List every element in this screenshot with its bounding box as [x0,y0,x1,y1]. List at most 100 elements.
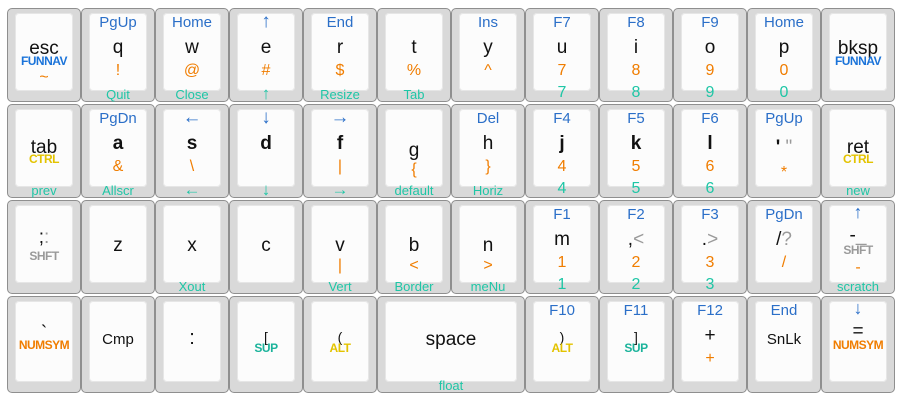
key-minus-symbol: - [855,259,861,276]
key-j[interactable]: F4 j 4 4 [525,104,599,198]
keyboard-layout: esc FUNNAV ~ PgUp q ! Quit Home w @ Clos… [0,0,900,401]
key-plus-label: + [704,325,716,346]
key-b-front-label: Border [394,279,434,294]
left-arrow-icon: ← [182,107,202,128]
key-t-label: t [411,37,417,58]
up-arrow-icon: ↑ [853,202,863,222]
key-n[interactable]: n > meNu [451,200,525,294]
key-w-symbol: @ [183,62,201,79]
key-rbracket-hold-label: SUP [624,341,648,355]
key-i-front-label: 8 [631,84,641,101]
key-end-label: SnLk [766,331,802,348]
key-minus[interactable]: ↑ -_ SHFT - scratch [821,200,895,294]
key-a[interactable]: PgDn a & Allscr [81,104,155,198]
key-p-label: p [778,37,790,58]
key-d[interactable]: ↓ d ↓ [229,104,303,198]
key-m-symbol: 1 [557,254,567,271]
key-rbracket-fn-label: F11 [623,302,649,319]
key-k-symbol: 5 [631,158,641,175]
key-f[interactable]: → f | → [303,104,377,198]
key-quote-shifted: " [785,137,793,158]
key-p[interactable]: Home p 0 0 [747,8,821,102]
key-esc[interactable]: esc FUNNAV ~ [7,8,81,102]
key-quote[interactable]: PgUp ' " * [747,104,821,198]
key-h-nav-label: Del [476,110,500,127]
key-h-front-label: Horiz [472,183,504,198]
key-w-front-label: Close [175,87,209,102]
key-n-label: n [482,235,494,256]
key-semicolon[interactable]: ;: SHFT [7,200,81,294]
key-h[interactable]: Del h } Horiz [451,104,525,198]
key-k-front-label: 5 [631,180,641,197]
key-o-front-label: 9 [705,84,715,101]
left-arrow-icon: ← [183,180,201,199]
key-lparen-hold-label: ALT [329,341,351,355]
key-tab[interactable]: tab CTRL prev [7,104,81,198]
key-t-front-label: Tab [403,87,425,102]
key-plus[interactable]: F12 + + [673,296,747,393]
key-rbracket[interactable]: F11 ] SUP [599,296,673,393]
key-s[interactable]: ← s \ ← [155,104,229,198]
key-b-symbol: < [409,257,419,274]
key-o[interactable]: F9 o 9 9 [673,8,747,102]
key-lbracket[interactable]: [ SUP [229,296,303,393]
key-s-label: s [186,133,198,154]
key-m[interactable]: F1 m 1 1 [525,200,599,294]
key-comma-fn-label: F2 [627,206,645,223]
key-v[interactable]: v | Vert [303,200,377,294]
key-equals[interactable]: ↓ = NUMSYM [821,296,895,393]
key-grave[interactable]: ` NUMSYM [7,296,81,393]
key-r-label: r [336,37,344,58]
key-slash-symbol: / [781,254,787,271]
up-arrow-icon: ↑ [261,84,271,103]
key-z[interactable]: z [81,200,155,294]
key-w[interactable]: Home w @ Close [155,8,229,102]
key-c[interactable]: c [229,200,303,294]
up-arrow-icon: ↑ [261,11,271,32]
key-t[interactable]: t % Tab [377,8,451,102]
key-ret-hold-label: CTRL [843,152,874,166]
key-u[interactable]: F7 u 7 7 [525,8,599,102]
key-g[interactable]: g { default [377,104,451,198]
key-p-symbol: 0 [779,62,789,79]
key-lparen[interactable]: ( ALT [303,296,377,393]
key-o-symbol: 9 [705,62,715,79]
key-period-front-label: 3 [705,276,715,293]
key-l-label: l [707,133,713,154]
key-g-label: g [408,140,420,161]
key-q-nav-label: PgUp [99,14,137,31]
key-l[interactable]: F6 l 6 6 [673,104,747,198]
key-ret[interactable]: ret CTRL new [821,104,895,198]
key-r[interactable]: End r $ Resize [303,8,377,102]
key-quote-symbol: * [780,164,788,181]
key-b-label: b [408,235,420,256]
key-end[interactable]: End SnLk [747,296,821,393]
key-colon[interactable]: : [155,296,229,393]
key-j-front-label: 4 [557,180,567,197]
key-x-label: x [187,235,197,256]
key-f-symbol: | [337,158,343,175]
key-u-fn-label: F7 [553,14,571,31]
key-i[interactable]: F8 i 8 8 [599,8,673,102]
key-cmp[interactable]: Cmp [81,296,155,393]
key-v-symbol: | [337,257,343,274]
key-e[interactable]: ↑ e # ↑ [229,8,303,102]
key-o-label: o [704,37,716,58]
key-space[interactable]: space float [377,296,525,393]
key-x[interactable]: x Xout [155,200,229,294]
key-q[interactable]: PgUp q ! Quit [81,8,155,102]
key-minus-front-label: scratch [837,279,879,294]
key-y[interactable]: Ins y ^ [451,8,525,102]
key-comma[interactable]: F2 ,< 2 2 [599,200,673,294]
key-e-symbol: # [261,62,271,79]
key-o-fn-label: F9 [701,14,719,31]
key-bksp[interactable]: bksp FUNNAV [821,8,895,102]
key-slash[interactable]: PgDn /? / [747,200,821,294]
down-arrow-icon: ↓ [261,107,271,128]
key-rparen[interactable]: F10 ) ALT [525,296,599,393]
key-b[interactable]: b < Border [377,200,451,294]
key-k[interactable]: F5 k 5 5 [599,104,673,198]
down-arrow-icon: ↓ [261,180,271,199]
right-arrow-icon: → [331,180,349,199]
key-period[interactable]: F3 .> 3 3 [673,200,747,294]
